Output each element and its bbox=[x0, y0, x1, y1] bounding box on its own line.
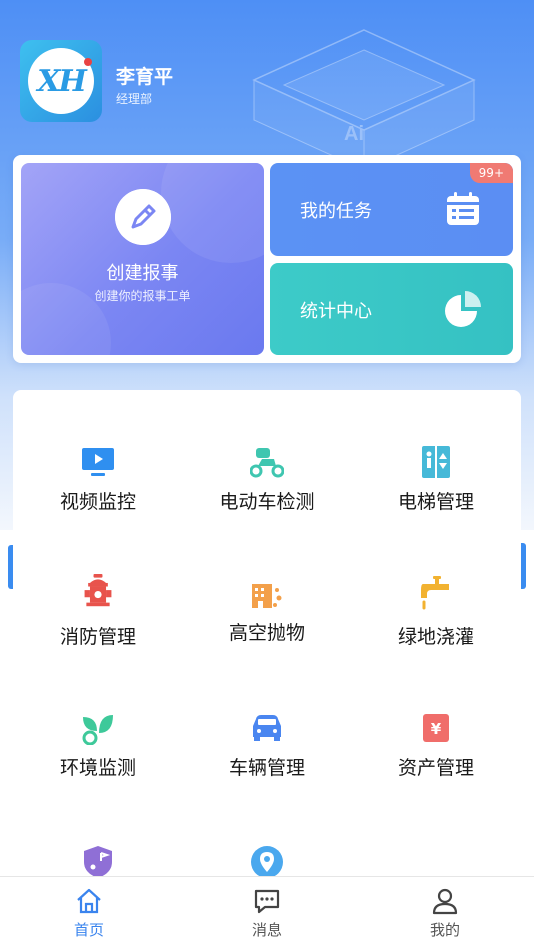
grid-item-label: 绿地浇灌 bbox=[397, 626, 474, 648]
leaf-icon bbox=[82, 715, 113, 745]
create-report-subtitle: 创建你的报事工单 bbox=[94, 289, 191, 303]
building-falling-icon bbox=[252, 584, 282, 608]
user-icon bbox=[432, 888, 458, 915]
grid-item-vehicle[interactable]: 车辆管理 bbox=[182, 711, 352, 811]
grid-item-video-monitor[interactable]: 视频监控 bbox=[13, 445, 183, 545]
grid-item-green-irrigation[interactable]: 绿地浇灌 bbox=[351, 576, 521, 676]
create-report-card[interactable]: 创建报事 创建你的报事工单 bbox=[21, 163, 264, 355]
asset-yen-icon: ¥ bbox=[423, 714, 449, 742]
car-icon bbox=[253, 715, 281, 741]
monitor-play-icon bbox=[82, 448, 114, 476]
avatar-dot-icon bbox=[84, 58, 92, 66]
side-scroll-indicator-right bbox=[521, 543, 526, 589]
user-name: 李育平 bbox=[116, 66, 174, 88]
ai-text: Ai bbox=[344, 123, 364, 145]
quick-cards-panel: 创建报事 创建你的报事工单 99+ 我的任务 统计中心 bbox=[13, 155, 521, 363]
grid-item-location[interactable] bbox=[182, 845, 352, 876]
nav-messages[interactable]: 消息 bbox=[178, 877, 356, 950]
grid-item-environment-monitor[interactable]: 环境监测 bbox=[13, 711, 183, 811]
stats-center-card[interactable]: 统计中心 bbox=[270, 263, 513, 355]
faucet-icon bbox=[421, 576, 449, 610]
nav-messages-label: 消息 bbox=[251, 921, 282, 939]
map-pin-icon bbox=[251, 846, 283, 876]
message-icon bbox=[254, 889, 280, 914]
user-department: 经理部 bbox=[116, 92, 153, 106]
grid-item-assets[interactable]: ¥ 资产管理 bbox=[351, 711, 521, 811]
decor-bubble bbox=[161, 163, 264, 263]
nav-mine-label: 我的 bbox=[429, 921, 460, 939]
create-report-title: 创建报事 bbox=[106, 263, 179, 284]
grid-item-label: 资产管理 bbox=[397, 757, 474, 779]
stats-center-label: 统计中心 bbox=[300, 301, 372, 322]
my-tasks-card[interactable]: 99+ 我的任务 bbox=[270, 163, 513, 256]
grid-item-label: 高空抛物 bbox=[228, 622, 305, 644]
fire-hydrant-icon bbox=[84, 574, 112, 607]
task-count-badge: 99+ bbox=[469, 163, 513, 183]
shield-route-icon bbox=[84, 846, 112, 876]
my-tasks-label: 我的任务 bbox=[300, 201, 372, 222]
scooter-icon bbox=[250, 448, 284, 478]
svg-text:¥: ¥ bbox=[431, 720, 442, 738]
elevator-icon bbox=[422, 446, 450, 478]
nav-home[interactable]: 首页 bbox=[0, 877, 178, 950]
grid-item-fire-control[interactable]: 消防管理 bbox=[13, 574, 183, 674]
grid-item-elevator[interactable]: 电梯管理 bbox=[351, 445, 521, 545]
grid-item-ebike-detect[interactable]: 电动车检测 bbox=[182, 445, 352, 545]
avatar[interactable]: XH bbox=[20, 40, 102, 122]
bottom-navigation: 首页 消息 我的 bbox=[0, 876, 534, 950]
grid-item-label: 消防管理 bbox=[59, 626, 136, 648]
grid-item-patrol[interactable] bbox=[13, 845, 183, 876]
avatar-logo-text: XH bbox=[28, 48, 94, 114]
grid-item-label: 视频监控 bbox=[59, 491, 136, 513]
home-icon bbox=[77, 888, 101, 914]
nav-mine[interactable]: 我的 bbox=[356, 877, 534, 950]
grid-item-label: 车辆管理 bbox=[228, 757, 305, 779]
grid-item-label: 电动车检测 bbox=[219, 491, 315, 513]
nav-home-label: 首页 bbox=[73, 921, 104, 939]
grid-item-label: 电梯管理 bbox=[397, 491, 474, 513]
grid-item-label: 环境监测 bbox=[59, 757, 136, 779]
pie-chart-icon bbox=[445, 291, 481, 327]
calendar-list-icon bbox=[447, 192, 479, 225]
edit-pen-icon bbox=[115, 189, 171, 245]
grid-item-high-altitude-throw[interactable]: 高空抛物 bbox=[182, 576, 352, 676]
